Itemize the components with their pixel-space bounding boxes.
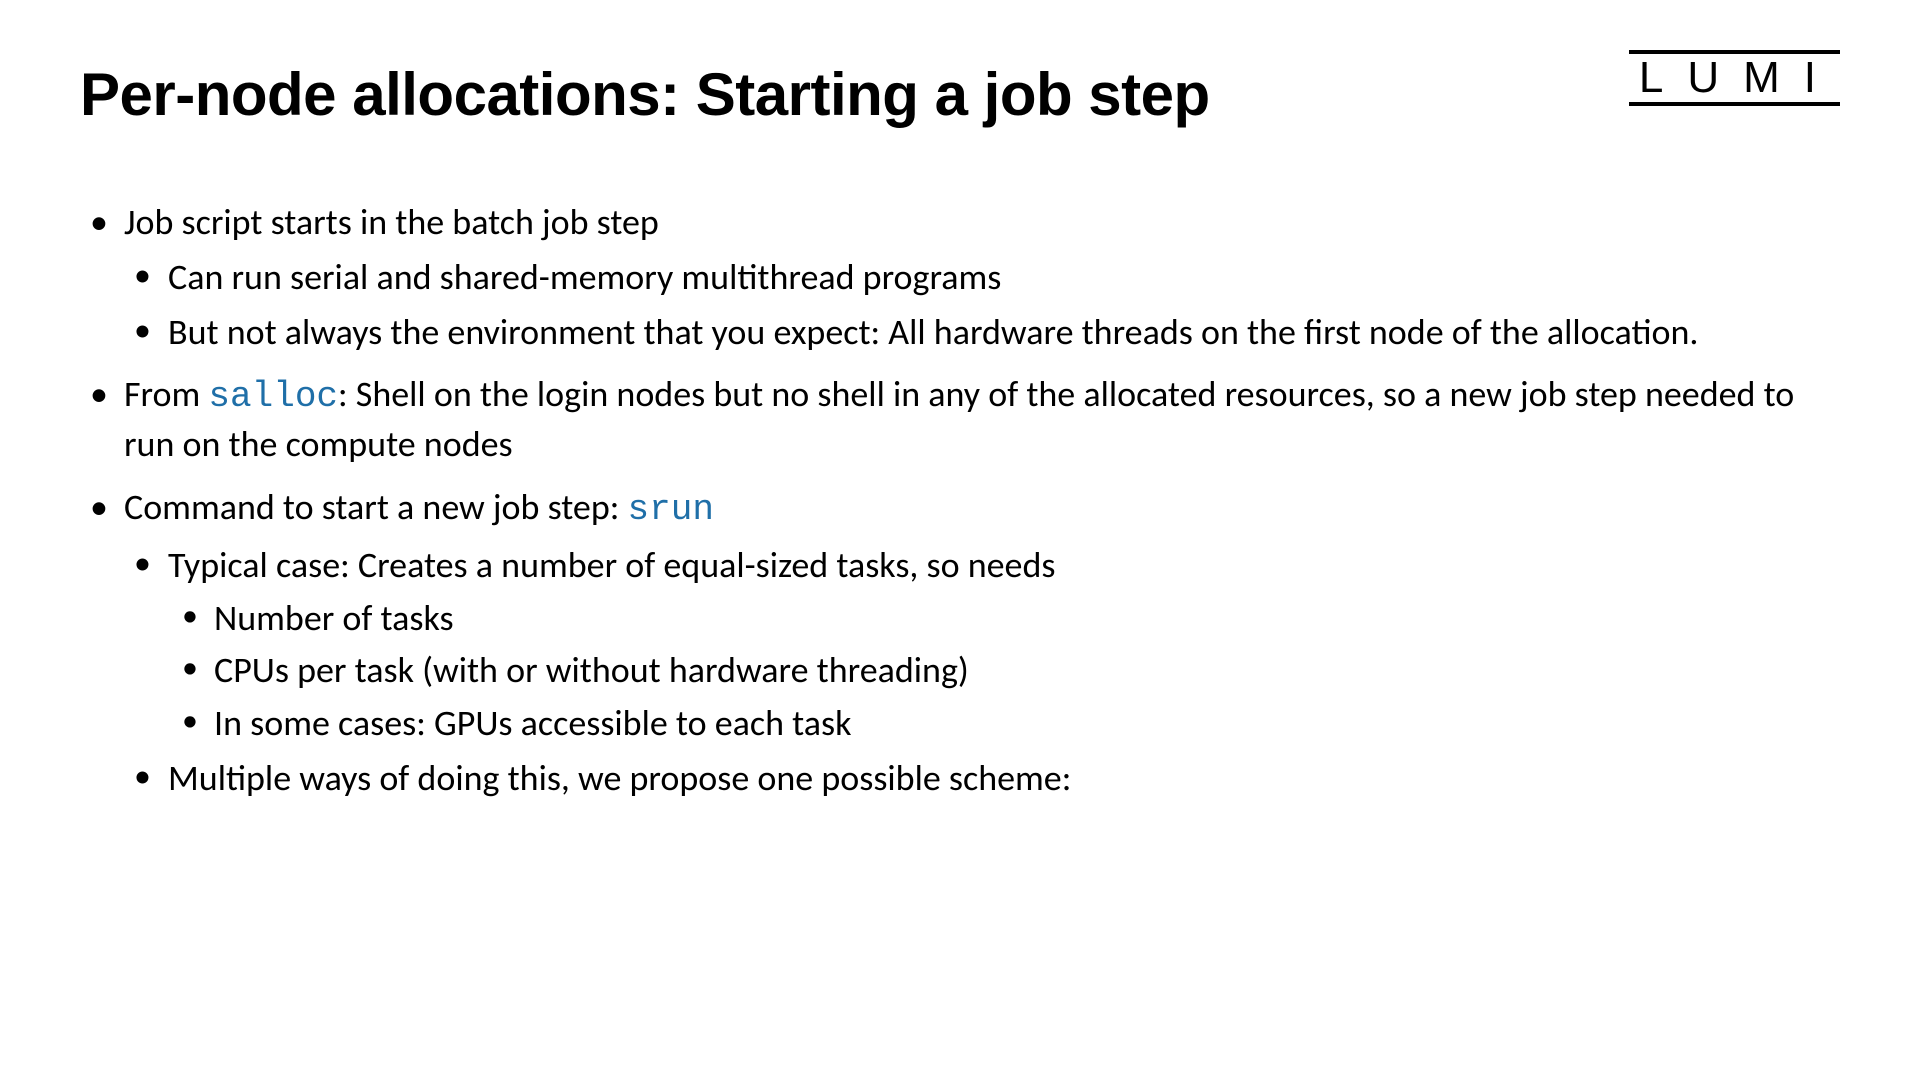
bullet-text: Command to start a new job step: [124, 485, 628, 529]
code-salloc: salloc [208, 376, 338, 417]
bullet-l3: Number of tasks [168, 595, 1840, 642]
bullet-text: Number of tasks [214, 596, 454, 640]
bullet-l2: Multiple ways of doing this, we propose … [124, 755, 1840, 802]
bullet-l1: Job script starts in the batch job step … [80, 199, 1840, 355]
slide-title: Per-node allocations: Starting a job ste… [80, 60, 1840, 129]
brand-logo-text: LUMI [1629, 50, 1840, 106]
bullet-text: In some cases: GPUs accessible to each t… [214, 701, 851, 745]
bullet-text: Multiple ways of doing this, we propose … [168, 756, 1071, 800]
code-srun: srun [628, 489, 714, 530]
bullet-text: Typical case: Creates a number of equal-… [168, 543, 1055, 587]
bullet-l2: But not always the environment that you … [124, 309, 1840, 356]
bullet-text: : Shell on the login nodes but no shell … [124, 372, 1794, 466]
bullet-l3: In some cases: GPUs accessible to each t… [168, 700, 1840, 747]
bullet-text: Job script starts in the batch job step [124, 200, 659, 244]
bullet-l2: Can run serial and shared-memory multith… [124, 254, 1840, 301]
bullet-text: Can run serial and shared-memory multith… [168, 255, 1001, 299]
bullet-text: CPUs per task (with or without hardware … [214, 648, 969, 692]
bullet-text: From [124, 372, 208, 416]
bullet-l2: Typical case: Creates a number of equal-… [124, 542, 1840, 747]
bullet-l3: CPUs per task (with or without hardware … [168, 647, 1840, 694]
bullet-text: But not always the environment that you … [168, 310, 1699, 354]
brand-logo: LUMI [1629, 50, 1840, 106]
bullet-l1: From salloc: Shell on the login nodes bu… [80, 371, 1840, 468]
slide: LUMI Per-node allocations: Starting a jo… [0, 0, 1920, 1080]
bullet-l1: Command to start a new job step: srun Ty… [80, 484, 1840, 802]
slide-body: Job script starts in the batch job step … [80, 199, 1840, 802]
